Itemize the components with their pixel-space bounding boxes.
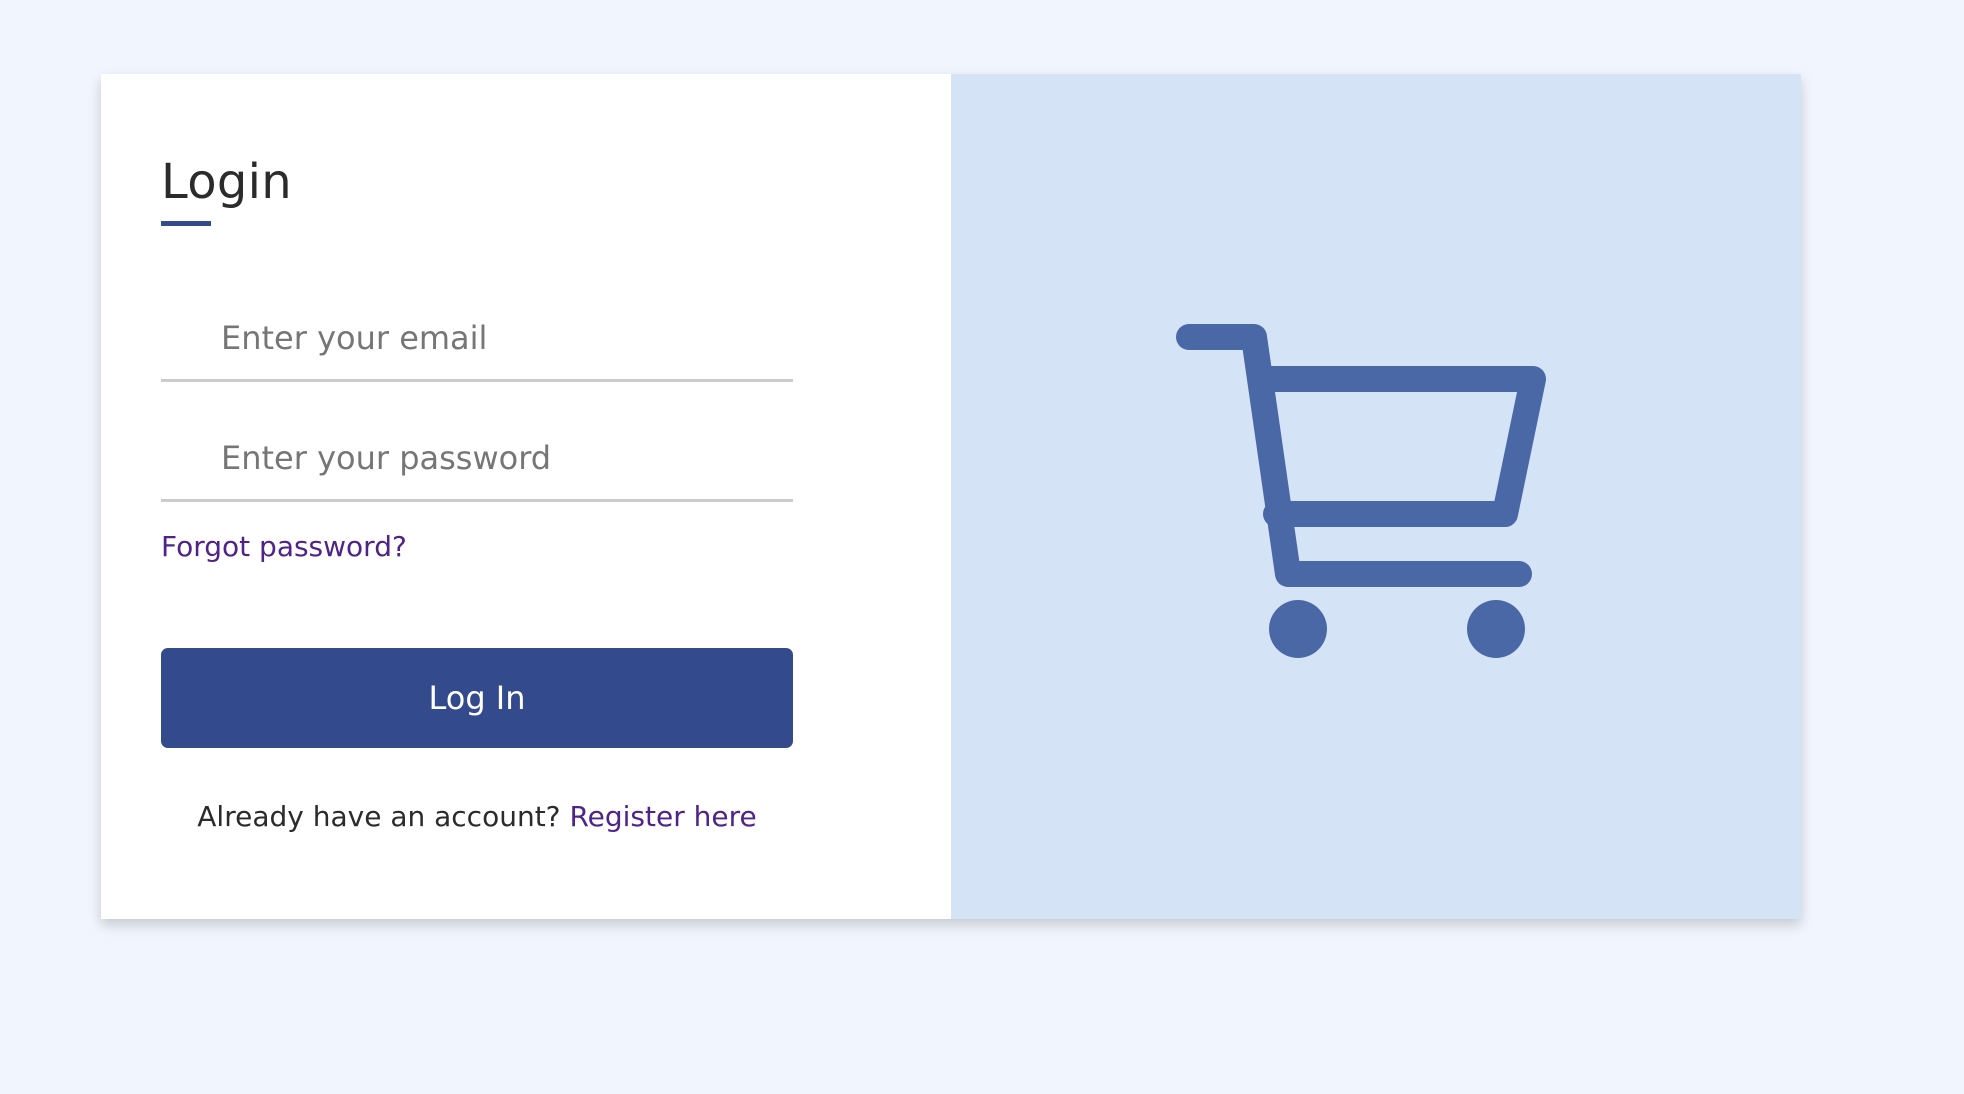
login-card: Login Forgot password? Log In Already ha… <box>101 74 1801 919</box>
login-panel: Login Forgot password? Log In Already ha… <box>101 74 951 919</box>
register-link[interactable]: Register here <box>569 800 756 833</box>
register-prompt: Already have an account? Register here <box>161 800 793 833</box>
shopping-cart-icon <box>1176 324 1546 658</box>
password-field[interactable] <box>161 417 793 499</box>
title-underline <box>161 221 211 226</box>
register-prompt-text: Already have an account? <box>197 800 561 833</box>
email-field-wrapper <box>161 297 793 382</box>
email-field[interactable] <box>161 297 793 379</box>
password-field-wrapper <box>161 417 793 502</box>
login-button[interactable]: Log In <box>161 648 793 748</box>
page-title: Login <box>161 154 292 210</box>
forgot-password-link[interactable]: Forgot password? <box>161 530 407 563</box>
illustration-panel <box>951 74 1801 919</box>
